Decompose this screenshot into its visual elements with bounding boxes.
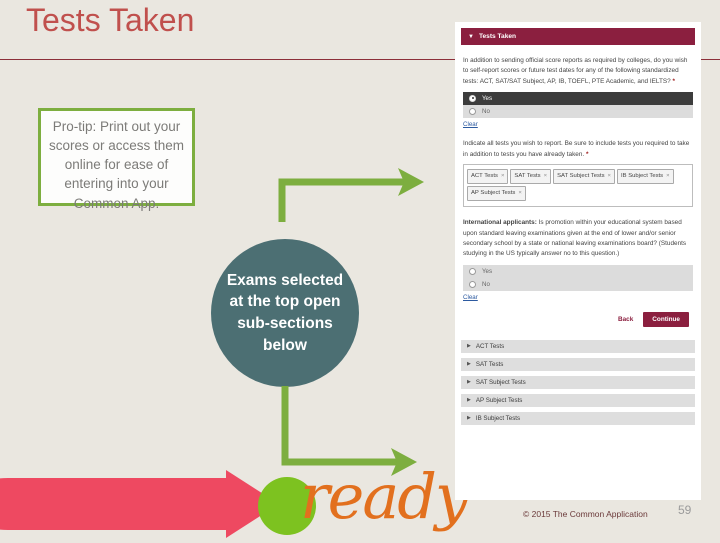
- question-3-lead: International applicants:: [463, 219, 537, 227]
- radio-icon: [469, 267, 476, 275]
- form-button-row: Back Continue: [463, 311, 693, 327]
- accordion-row-act-tests[interactable]: ▶ ACT Tests: [461, 339, 695, 353]
- test-chip-label: AP Subject Tests: [471, 190, 516, 197]
- common-app-screenshot: ▼ Tests Taken In addition to sending off…: [455, 22, 701, 500]
- page-number: 59: [678, 503, 692, 517]
- back-button[interactable]: Back: [618, 316, 633, 323]
- app-section-header-label: Tests Taken: [478, 33, 517, 40]
- question-3-radio-group: Yes No: [463, 264, 693, 291]
- radio-option-no-label: No: [482, 108, 490, 116]
- test-chip[interactable]: IB Subject Tests ×: [617, 168, 674, 185]
- question-1-label: In addition to sending official score re…: [463, 57, 688, 85]
- accordion-row-label: AP Subject Tests: [475, 396, 523, 404]
- page-title: Tests Taken: [26, 2, 195, 38]
- protip-text: Pro-tip: Print out your scores or access…: [48, 119, 185, 211]
- accordion-row-ap-subject-tests[interactable]: ▶ AP Subject Tests: [461, 393, 695, 407]
- pink-arrow-graphic: [0, 470, 294, 538]
- close-icon[interactable]: ×: [608, 173, 611, 179]
- radio-option-yes-label: Yes: [482, 95, 493, 103]
- accordion-row-label: SAT Tests: [475, 360, 504, 368]
- chevron-right-icon: ▶: [467, 397, 471, 404]
- radio-icon: [469, 108, 476, 116]
- exams-circle-text: Exams selected at the top open sub-secti…: [226, 271, 344, 354]
- tests-chip-input[interactable]: ACT Tests × SAT Tests × SAT Subject Tests × IB…: [463, 163, 693, 208]
- test-chip[interactable]: AP Subject Tests ×: [467, 186, 526, 202]
- accordion-row-sat-tests[interactable]: ▶ SAT Tests: [461, 357, 695, 371]
- clear-link-2[interactable]: Clear: [463, 294, 478, 301]
- radio-icon: [469, 95, 476, 103]
- radio-option-yes-intl-label: Yes: [482, 267, 493, 275]
- protip-callout: Pro-tip: Print out your scores or access…: [38, 108, 195, 211]
- tests-accordion: ▶ ACT Tests ▶ SAT Tests ▶ SAT Subject Te…: [455, 339, 701, 425]
- required-asterisk: *: [672, 77, 675, 85]
- question-2-label: Indicate all tests you wish to report. B…: [463, 140, 690, 158]
- test-chip-label: ACT Tests: [471, 172, 498, 179]
- chevron-right-icon: ▶: [467, 361, 471, 368]
- exams-circle-callout: Exams selected at the top open sub-secti…: [211, 239, 359, 387]
- app-section-header[interactable]: ▼ Tests Taken: [461, 28, 695, 45]
- close-icon[interactable]: ×: [501, 173, 504, 179]
- accordion-row-ib-subject-tests[interactable]: ▶ IB Subject Tests: [461, 411, 695, 425]
- required-asterisk: *: [585, 150, 589, 158]
- question-3-text: International applicants: Is promotion w…: [463, 218, 693, 260]
- radio-option-no-intl-label: No: [482, 280, 490, 288]
- radio-icon: [469, 280, 476, 288]
- accordion-row-label: SAT Subject Tests: [475, 378, 526, 386]
- chevron-down-icon: ▼: [468, 33, 474, 40]
- app-body: In addition to sending official score re…: [455, 56, 701, 327]
- ready-wordmark: ready: [300, 460, 470, 533]
- question-1-radio-group: Yes No: [463, 92, 693, 119]
- protip-box: Pro-tip: Print out your scores or access…: [38, 108, 195, 211]
- radio-option-yes-intl[interactable]: Yes: [463, 264, 693, 278]
- close-icon[interactable]: ×: [518, 190, 521, 196]
- clear-link-1[interactable]: Clear: [463, 121, 478, 128]
- radio-option-yes[interactable]: Yes: [463, 92, 693, 106]
- close-icon[interactable]: ×: [544, 173, 547, 179]
- question-2-text: Indicate all tests you wish to report. B…: [463, 139, 693, 160]
- chevron-right-icon: ▶: [467, 415, 471, 422]
- chevron-right-icon: ▶: [467, 343, 471, 350]
- radio-option-no[interactable]: No: [463, 105, 693, 119]
- test-chip-label: SAT Tests: [514, 172, 541, 179]
- accordion-row-sat-subject-tests[interactable]: ▶ SAT Subject Tests: [461, 375, 695, 389]
- radio-option-no-intl[interactable]: No: [463, 277, 693, 291]
- accordion-row-label: IB Subject Tests: [475, 414, 521, 422]
- accordion-row-label: ACT Tests: [475, 342, 505, 350]
- green-elbow-arrow-upper: [272, 160, 440, 222]
- continue-button[interactable]: Continue: [643, 311, 689, 327]
- test-chip[interactable]: SAT Tests ×: [510, 168, 552, 185]
- test-chip[interactable]: ACT Tests ×: [467, 168, 509, 185]
- test-chip[interactable]: SAT Subject Tests ×: [553, 168, 615, 185]
- test-chip-label: IB Subject Tests: [621, 172, 664, 179]
- chevron-right-icon: ▶: [467, 379, 471, 386]
- close-icon[interactable]: ×: [666, 173, 669, 179]
- test-chip-label: SAT Subject Tests: [557, 172, 605, 179]
- question-1-text: In addition to sending official score re…: [463, 56, 693, 87]
- copyright-note: © 2015 The Common Application: [523, 509, 648, 519]
